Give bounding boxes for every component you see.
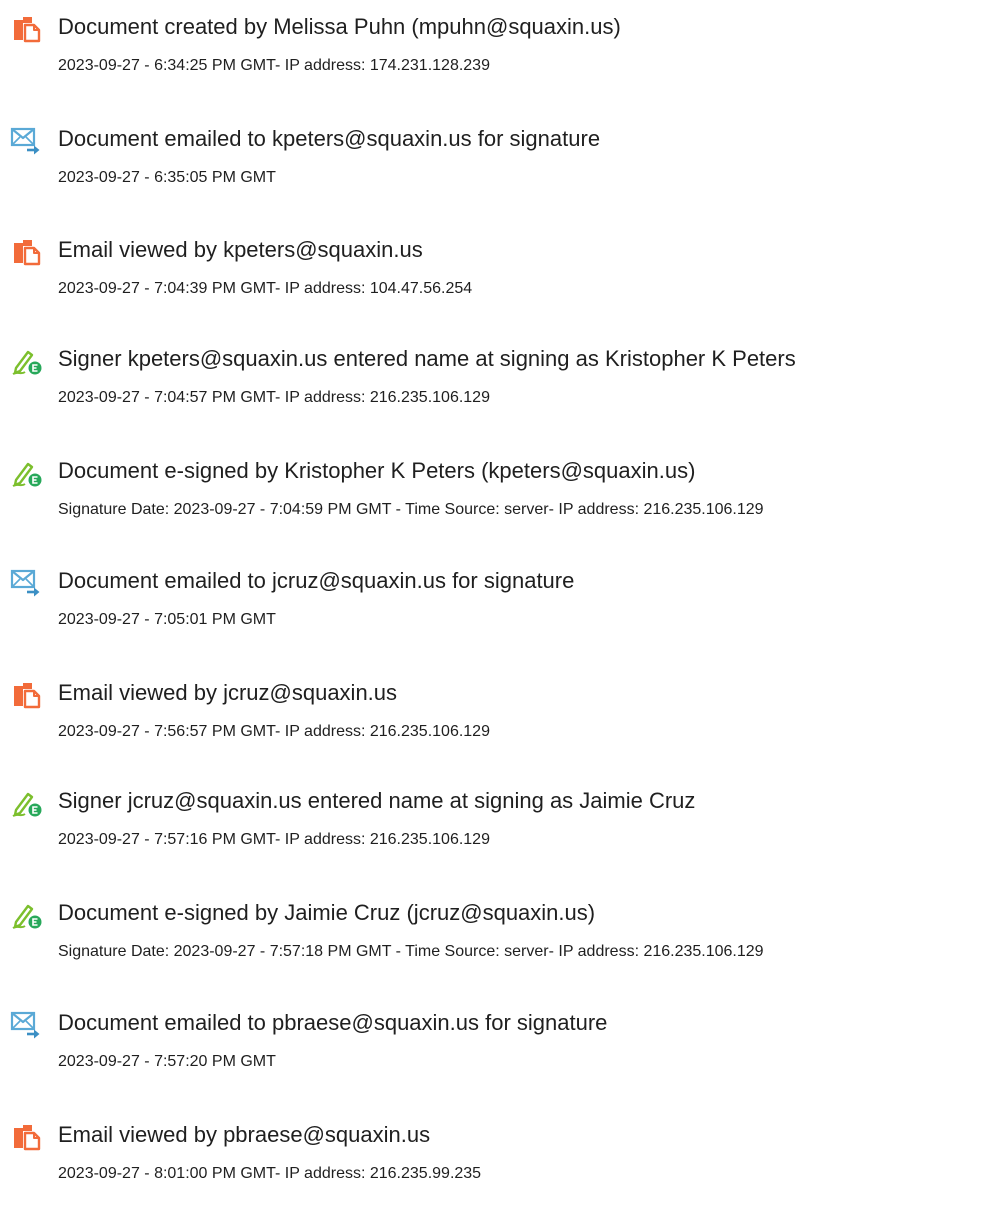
event-detail: 2023-09-27 - 7:56:57 PM GMT- IP address:…: [58, 723, 490, 740]
event-title: Document e-signed by Jaimie Cruz (jcruz@…: [58, 900, 596, 925]
event-title: Signer jcruz@squaxin.us entered name at …: [58, 788, 696, 813]
event-detail: Signature Date: 2023-09-27 - 7:04:59 PM …: [58, 501, 764, 518]
event-title: Document emailed to pbraese@squaxin.us f…: [58, 1010, 608, 1035]
event-title: Document emailed to kpeters@squaxin.us f…: [58, 126, 601, 151]
document-icon: [10, 12, 44, 46]
event-detail: 2023-09-27 - 6:35:05 PM GMT: [58, 169, 276, 186]
document-icon: [10, 235, 44, 269]
event-detail: 2023-09-27 - 7:05:01 PM GMT: [58, 611, 276, 628]
event-detail: 2023-09-27 - 7:57:20 PM GMT: [58, 1053, 276, 1070]
signature-icon: [10, 344, 44, 378]
event-detail: 2023-09-27 - 7:04:57 PM GMT- IP address:…: [58, 389, 490, 406]
event-detail: 2023-09-27 - 7:57:16 PM GMT- IP address:…: [58, 831, 490, 848]
event-title: Document e-signed by Kristopher K Peters…: [58, 458, 696, 483]
event-detail: 2023-09-27 - 6:34:25 PM GMT- IP address:…: [58, 57, 490, 74]
event-title: Email viewed by kpeters@squaxin.us: [58, 237, 423, 262]
event-title: Signer kpeters@squaxin.us entered name a…: [58, 346, 796, 371]
event-detail: Signature Date: 2023-09-27 - 7:57:18 PM …: [58, 943, 764, 960]
document-icon: [10, 678, 44, 712]
email-icon: [10, 1008, 44, 1042]
event-title: Email viewed by jcruz@squaxin.us: [58, 680, 398, 705]
event-title: Document created by Melissa Puhn (mpuhn@…: [58, 14, 621, 39]
email-icon: [10, 124, 44, 158]
signature-icon: [10, 786, 44, 820]
email-icon: [10, 566, 44, 600]
event-title: Document emailed to jcruz@squaxin.us for…: [58, 568, 575, 593]
event-detail: 2023-09-27 - 7:04:39 PM GMT- IP address:…: [58, 280, 473, 297]
event-detail: 2023-09-27 - 8:01:00 PM GMT- IP address:…: [58, 1165, 482, 1182]
signature-icon: [10, 456, 44, 490]
signature-icon: [10, 898, 44, 932]
document-icon: [10, 1120, 44, 1154]
event-title: Email viewed by pbraese@squaxin.us: [58, 1122, 431, 1147]
